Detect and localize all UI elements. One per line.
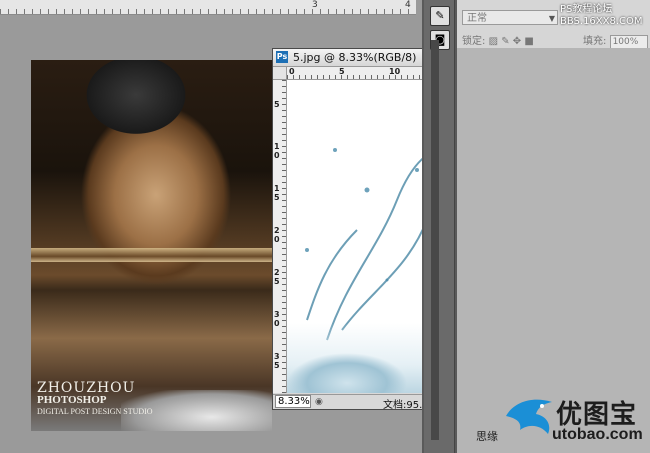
site-watermark: PS教程论坛 BBS.16XX8.COM — [560, 4, 643, 28]
status-info-icon[interactable]: ◉ — [315, 397, 323, 407]
fill-label: 填充: — [583, 36, 607, 47]
background-document-photo[interactable]: ZHOUZHOU PHOTOSHOP DIGITAL POST DESIGN S… — [31, 60, 272, 431]
ruler-number: 5 — [339, 67, 345, 76]
lock-all-icon[interactable]: ■ — [524, 36, 533, 47]
move-lock-icon[interactable]: ✥ — [513, 36, 521, 47]
logo-url: utobao.com — [552, 426, 643, 443]
lock-pixels-icon[interactable]: ▨ — [489, 36, 498, 47]
ruler-number: 3 0 — [274, 310, 280, 328]
photo-caption-brand: PHOTOSHOP — [37, 394, 107, 406]
fill-input[interactable]: 100% — [609, 35, 648, 49]
ruler-number: 3 5 — [274, 352, 280, 370]
ruler-mark: 3 — [312, 0, 318, 10]
blend-mode-value: 正常 — [467, 13, 487, 24]
ruler-number: 1 0 — [274, 142, 280, 160]
ruler-number: 10 — [389, 67, 401, 76]
ruler-number: 2 5 — [274, 268, 280, 286]
document-vertical-ruler[interactable]: 5 1 0 1 5 2 0 2 5 3 0 3 5 — [273, 80, 287, 393]
site-logo: 优图宝 utobao.com — [494, 388, 650, 453]
watermark-title: PS教程论坛 — [560, 4, 613, 15]
horizontal-ruler: 3 4 — [0, 0, 416, 15]
watermark-url: BBS.16XX8.COM — [560, 16, 643, 27]
panel-dock: ✎ ◙ — [424, 0, 455, 453]
lock-row: 锁定: ▨ ✎ ✥ ■ — [462, 32, 534, 47]
zoom-field[interactable]: 8.33% — [275, 395, 311, 408]
document-title: 5.jpg @ 8.33%(RGB/8) — [293, 51, 417, 64]
bird-logo-icon — [506, 399, 552, 434]
chevron-down-icon: ▼ — [548, 14, 555, 23]
brush-lock-icon[interactable]: ✎ — [501, 36, 509, 47]
fill-row: 填充: 100% — [583, 32, 648, 49]
reflection-line — [31, 248, 272, 262]
ruler-number: 5 — [274, 100, 280, 109]
vertical-scrollbar[interactable] — [431, 40, 439, 440]
brush-tool-icon[interactable]: ✎ — [430, 6, 450, 26]
ruler-origin[interactable] — [273, 67, 287, 80]
ruler-number: 2 0 — [274, 226, 280, 244]
ruler-number: 1 5 — [274, 184, 280, 202]
ruler-number: 0 — [289, 67, 295, 76]
ruler-mark: 4 — [405, 0, 411, 10]
blend-mode-select[interactable]: 正常 ▼ — [462, 10, 558, 25]
lock-label: 锁定: — [462, 36, 486, 47]
photo-caption-studio: DIGITAL POST DESIGN STUDIO — [37, 407, 153, 416]
photoshop-icon: Ps — [276, 51, 288, 63]
